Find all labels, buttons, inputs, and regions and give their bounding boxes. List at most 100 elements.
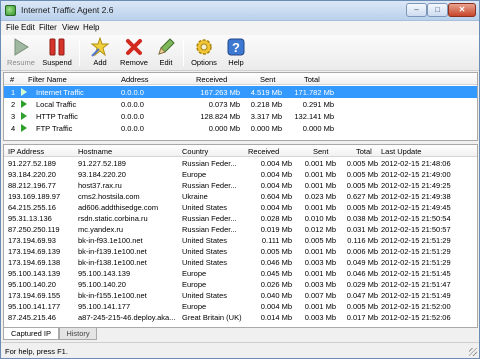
ip-address: 91.227.52.189 xyxy=(8,159,56,168)
column-header[interactable]: Received xyxy=(196,75,227,84)
filter-received: 128.824 Mb xyxy=(200,112,240,121)
column-header[interactable]: Hostname xyxy=(78,147,112,156)
column-header[interactable]: Filter Name xyxy=(28,75,67,84)
received: 0.046 Mb xyxy=(260,258,292,267)
filter-total: 0.000 Mb xyxy=(302,124,334,133)
add-button[interactable]: Add xyxy=(85,36,115,70)
column-header[interactable]: # xyxy=(10,75,14,84)
menu-help[interactable]: Help xyxy=(83,23,99,32)
table-row[interactable]: 87.250.250.119 mc.yandex.ru Russian Feder.… xyxy=(4,224,477,235)
edit-icon xyxy=(158,38,175,55)
column-header[interactable]: Last Update xyxy=(381,147,421,156)
window-title: Internet Traffic Agent 2.6 xyxy=(21,5,114,15)
maximize-button[interactable]: □ xyxy=(427,3,448,17)
options-button[interactable]: Options xyxy=(188,36,220,70)
sent: 0.005 Mb xyxy=(304,236,336,245)
table-row[interactable]: 95.100.140.20 95.100.140.20 Europe 0.026 Mb… xyxy=(4,279,477,290)
close-button[interactable]: ✕ xyxy=(448,3,476,17)
table-row[interactable]: 88.212.196.77 host37.rax.ru Russian Feder.… xyxy=(4,180,477,191)
last-update: 2012-02-15 21:51:49 xyxy=(381,291,451,300)
suspend-button[interactable]: Suspend xyxy=(40,36,74,70)
table-row[interactable]: 173.194.69.139 bk-in-f139.1e100.net United… xyxy=(4,246,477,257)
total: 0.005 Mb xyxy=(346,181,378,190)
table-row[interactable]: 173.194.69.138 bk-in-f138.1e100.net United… xyxy=(4,257,477,268)
total: 0.005 Mb xyxy=(346,170,378,179)
table-row[interactable]: 173.194.69.93 bk-in-f93.1e100.net United S… xyxy=(4,235,477,246)
tab-history[interactable]: History xyxy=(59,328,97,340)
country: Ukraine xyxy=(182,192,208,201)
column-header[interactable]: Total xyxy=(304,75,320,84)
filter-row[interactable]: 2 Local Traffic 0.0.0.0 0.073 Mb 0.218 M… xyxy=(4,98,477,110)
play-icon xyxy=(21,124,27,132)
resize-grip[interactable] xyxy=(469,348,477,356)
country: United States xyxy=(182,236,228,245)
filter-list: # Filter Name Address Received Sent Tota… xyxy=(3,72,478,141)
help-button[interactable]: ? Help xyxy=(223,36,249,70)
country: Russian Feder... xyxy=(182,214,237,223)
resume-button[interactable]: Resume xyxy=(4,36,38,70)
sent: 0.001 Mb xyxy=(304,159,336,168)
table-row[interactable]: 91.227.52.189 91.227.52.189 Russian Feder.… xyxy=(4,158,477,169)
total: 0.005 Mb xyxy=(346,302,378,311)
menu-edit[interactable]: Edit xyxy=(21,23,35,32)
menu-view[interactable]: View xyxy=(62,23,79,32)
column-header[interactable]: Total xyxy=(356,147,372,156)
tab-captured-ip[interactable]: Captured IP xyxy=(3,328,59,340)
sent: 0.001 Mb xyxy=(304,269,336,278)
column-header[interactable]: Sent xyxy=(313,147,328,156)
column-header[interactable]: Address xyxy=(121,75,149,84)
table-row[interactable]: 193.169.189.97 cms2.hostsila.com Ukraine 0.… xyxy=(4,191,477,202)
last-update: 2012-02-15 21:49:38 xyxy=(381,192,451,201)
ip-address: 95.100.140.20 xyxy=(8,280,56,289)
filter-sent: 0.218 Mb xyxy=(250,100,282,109)
column-header[interactable]: Sent xyxy=(260,75,275,84)
received: 0.045 Mb xyxy=(260,269,292,278)
hostname: 95.100.141.177 xyxy=(78,302,131,311)
ip-address: 87.245.215.46 xyxy=(8,313,56,322)
sent: 0.003 Mb xyxy=(304,258,336,267)
minimize-button[interactable]: – xyxy=(406,3,427,17)
hostname: cms2.hostsila.com xyxy=(78,192,140,201)
filter-received: 0.000 Mb xyxy=(208,124,240,133)
toolbar-separator xyxy=(79,39,80,66)
country: Russian Feder... xyxy=(182,225,237,234)
table-row[interactable]: 64.215.255.16 ad606.addthisedge.com United… xyxy=(4,202,477,213)
table-row[interactable]: 87.245.215.46 a87-245-215-46.deploy.aka..… xyxy=(4,312,477,323)
hostname: a87-245-215-46.deploy.aka... xyxy=(78,313,176,322)
country: Russian Feder... xyxy=(182,181,237,190)
sent: 0.001 Mb xyxy=(304,247,336,256)
menu-filter[interactable]: Filter xyxy=(39,23,57,32)
ip-address: 193.169.189.97 xyxy=(8,192,61,201)
menu-file[interactable]: File xyxy=(6,23,19,32)
filter-row[interactable]: 1 Internet Traffic 0.0.0.0 167.263 Mb 4.… xyxy=(4,86,477,98)
ip-address: 95.100.141.177 xyxy=(8,302,61,311)
received: 0.040 Mb xyxy=(260,291,292,300)
total: 0.031 Mb xyxy=(346,225,378,234)
hostname: 95.100.143.139 xyxy=(78,269,131,278)
hostname: rsdn.static.corbina.ru xyxy=(78,214,148,223)
ip-address: 173.194.69.139 xyxy=(8,247,61,256)
table-row[interactable]: 173.194.69.155 bk-in-f155.1e100.net United… xyxy=(4,290,477,301)
filter-num: 4 xyxy=(11,124,16,133)
sent: 0.007 Mb xyxy=(304,291,336,300)
hostname: 91.227.52.189 xyxy=(78,159,126,168)
sent: 0.001 Mb xyxy=(304,181,336,190)
column-header[interactable]: Country xyxy=(182,147,208,156)
table-row[interactable]: 95.100.143.139 95.100.143.139 Europe 0.045 … xyxy=(4,268,477,279)
remove-button[interactable]: Remove xyxy=(117,36,151,70)
play-icon xyxy=(21,100,27,108)
filter-address: 0.0.0.0 xyxy=(121,124,144,133)
total: 0.029 Mb xyxy=(346,280,378,289)
column-header[interactable]: Received xyxy=(248,147,279,156)
table-row[interactable]: 95.31.13.136 rsdn.static.corbina.ru Russia… xyxy=(4,213,477,224)
filter-sent: 0.000 Mb xyxy=(250,124,282,133)
filter-row[interactable]: 3 HTTP Traffic 0.0.0.0 128.824 Mb 3.317 … xyxy=(4,110,477,122)
captured-ip-list: IP Address Hostname Country Received Sen… xyxy=(3,144,478,328)
sent: 0.010 Mb xyxy=(304,214,336,223)
table-row[interactable]: 93.184.220.20 93.184.220.20 Europe 0.004 Mb… xyxy=(4,169,477,180)
filter-row[interactable]: 4 FTP Traffic 0.0.0.0 0.000 Mb 0.000 Mb … xyxy=(4,122,477,134)
table-row[interactable]: 95.100.141.177 95.100.141.177 Europe 0.004 … xyxy=(4,301,477,312)
ip-address: 173.194.69.93 xyxy=(8,236,56,245)
edit-button[interactable]: Edit xyxy=(153,36,179,70)
column-header[interactable]: IP Address xyxy=(8,147,44,156)
